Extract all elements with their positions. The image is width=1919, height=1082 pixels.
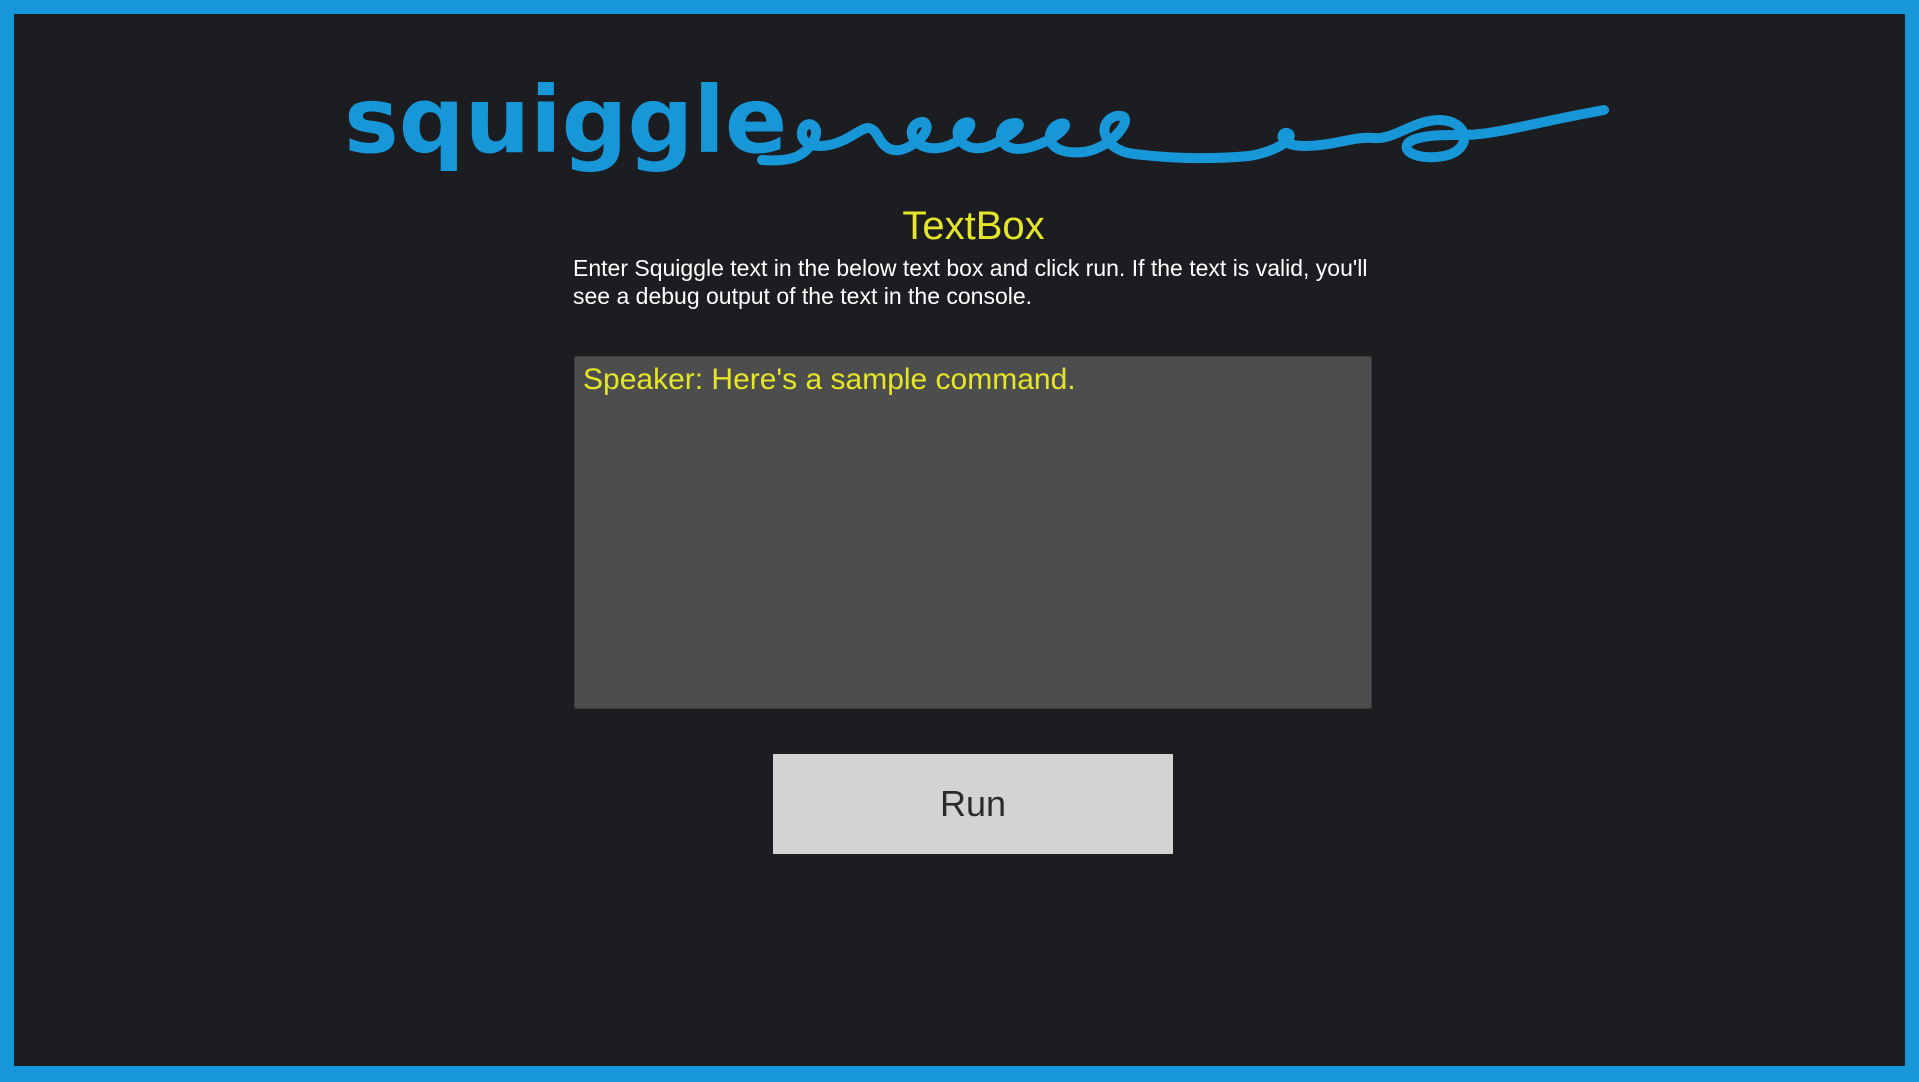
logo-squiggle-line xyxy=(757,105,1609,166)
app-frame: squiggle TextBox Enter Squiggle text in … xyxy=(0,0,1919,1082)
instructions-text: Enter Squiggle text in the below text bo… xyxy=(573,255,1368,309)
page-title: TextBox xyxy=(902,204,1045,248)
run-button[interactable]: Run xyxy=(773,754,1173,854)
squiggle-logo: squiggle xyxy=(344,80,1609,190)
squiggle-text-input[interactable]: Speaker: Here's a sample command. xyxy=(574,356,1372,709)
logo-wordmark: squiggle xyxy=(344,80,787,174)
